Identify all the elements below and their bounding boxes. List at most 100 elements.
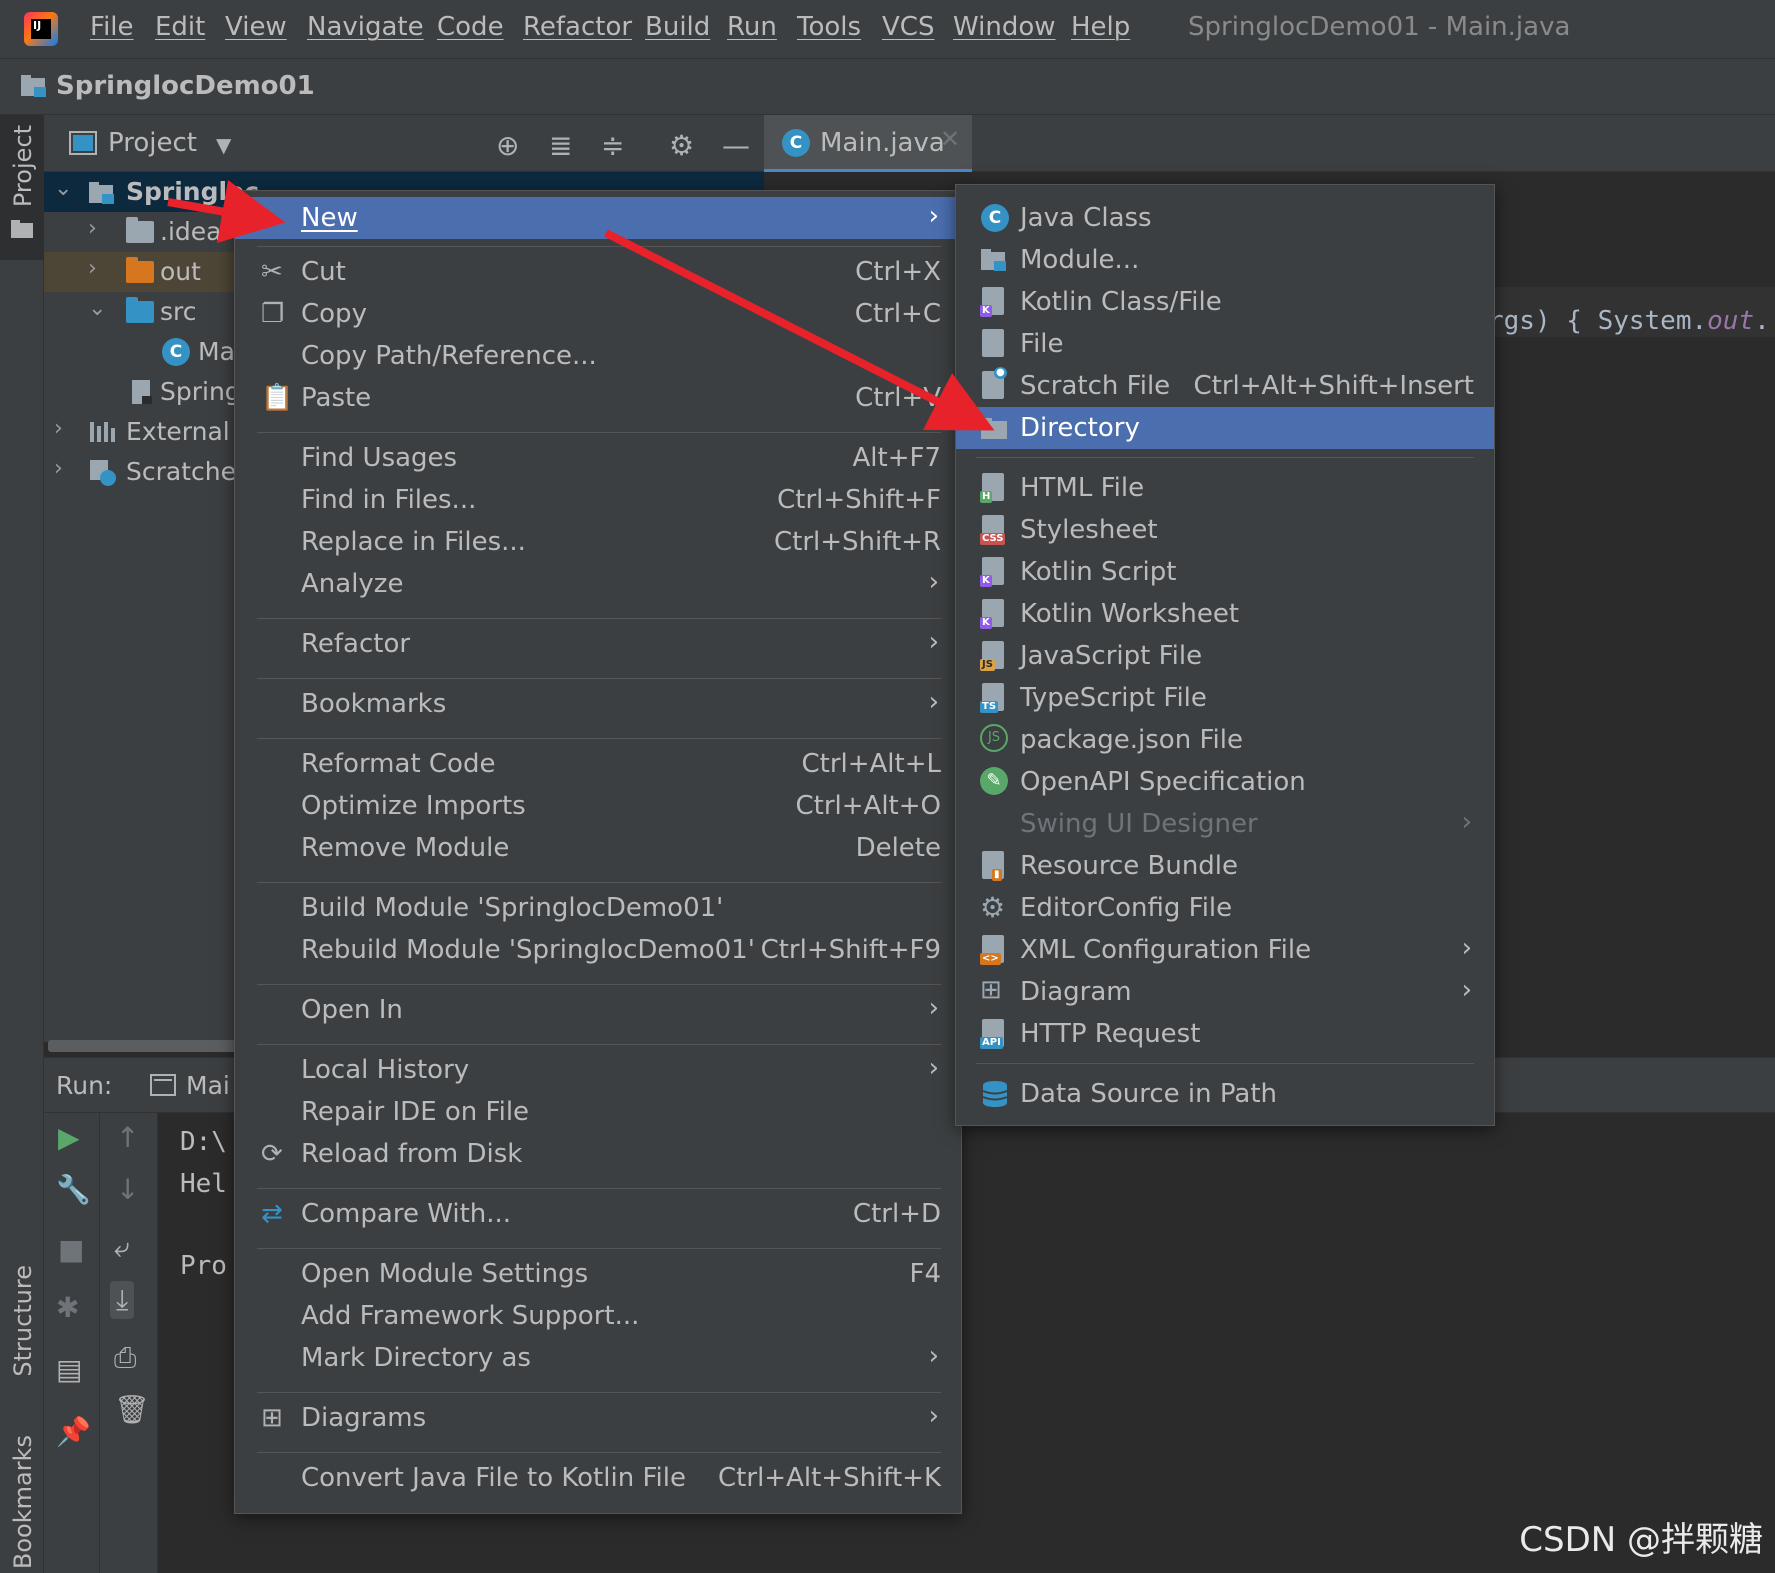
collapse-all-icon[interactable]: ≑ — [601, 129, 624, 162]
new-typescript-file[interactable]: TS TypeScript File — [956, 677, 1494, 719]
ctx-refactor[interactable]: Refactor › — [235, 623, 961, 665]
new-scratch-file[interactable]: ● Scratch File Ctrl+Alt+Shift+Insert — [956, 365, 1494, 407]
layout-icon[interactable]: ▤ — [56, 1353, 82, 1386]
chevron-right-icon[interactable]: › — [88, 256, 97, 281]
horizontal-scrollbar[interactable] — [48, 1040, 238, 1052]
arrow-down-icon[interactable]: ↓ — [116, 1173, 139, 1206]
menu-help[interactable]: Help — [1071, 12, 1130, 42]
new-java-class[interactable]: C Java Class — [956, 197, 1494, 239]
ctx-cut[interactable]: ✂ Cut Ctrl+X — [235, 251, 961, 293]
ctx-reload[interactable]: ⟳ Reload from Disk — [235, 1133, 961, 1175]
new-resource-bundle[interactable]: ▮ Resource Bundle — [956, 845, 1494, 887]
new-kotlin-worksheet[interactable]: K Kotlin Worksheet — [956, 593, 1494, 635]
hide-icon[interactable]: — — [722, 129, 750, 162]
run-icon[interactable]: ▶ — [58, 1121, 80, 1154]
menu-view[interactable]: View — [225, 12, 287, 42]
ctx-copy-path[interactable]: Copy Path/Reference... — [235, 335, 961, 377]
new-directory[interactable]: Directory — [956, 407, 1494, 449]
project-tool-tab[interactable]: Project — [0, 115, 44, 260]
source-folder-icon — [126, 297, 154, 323]
ctx-remove-module[interactable]: Remove Module Delete — [235, 827, 961, 869]
chevron-down-icon[interactable]: ▼ — [216, 133, 231, 157]
chevron-down-icon[interactable]: ⌄ — [88, 296, 106, 321]
gear-icon: ⚙ — [980, 891, 1006, 924]
ctx-module-settings[interactable]: Open Module Settings F4 — [235, 1253, 961, 1295]
ctx-compare-with[interactable]: ⇄ Compare With... Ctrl+D — [235, 1193, 961, 1235]
ctx-rebuild-module[interactable]: Rebuild Module 'SpringlocDemo01' Ctrl+Sh… — [235, 929, 961, 971]
new-file[interactable]: File — [956, 323, 1494, 365]
javascript-file-icon: JS — [980, 641, 1004, 671]
new-html-file[interactable]: H HTML File — [956, 467, 1494, 509]
ctx-mark-directory[interactable]: Mark Directory as › — [235, 1337, 961, 1379]
tab-main-java[interactable]: C Main.java ✕ — [764, 115, 972, 172]
menu-run[interactable]: Run — [727, 12, 777, 42]
new-diagram[interactable]: ⊞ Diagram › — [956, 971, 1494, 1013]
menu-navigate[interactable]: Navigate — [307, 12, 424, 42]
ctx-analyze[interactable]: Analyze › — [235, 563, 961, 605]
new-stylesheet[interactable]: CSS Stylesheet — [956, 509, 1494, 551]
wrench-icon[interactable]: 🔧 — [56, 1173, 91, 1206]
menu-code[interactable]: Code — [437, 12, 504, 42]
new-javascript-file[interactable]: JS JavaScript File — [956, 635, 1494, 677]
project-tab-label: Project — [9, 125, 37, 208]
menu-tools[interactable]: Tools — [797, 12, 861, 42]
project-panel-title[interactable]: Project — [108, 128, 197, 158]
arrow-up-icon[interactable]: ↑ — [116, 1121, 139, 1154]
tree-label-src: src — [160, 297, 197, 326]
ctx-find-in-files[interactable]: Find in Files... Ctrl+Shift+F — [235, 479, 961, 521]
expand-all-icon[interactable]: ≣ — [549, 129, 572, 162]
menu-vcs[interactable]: VCS — [882, 12, 934, 42]
new-editorconfig[interactable]: ⚙ EditorConfig File — [956, 887, 1494, 929]
ctx-build-module[interactable]: Build Module 'SpringlocDemo01' — [235, 887, 961, 929]
ctx-find-usages[interactable]: Find Usages Alt+F7 — [235, 437, 961, 479]
chevron-right-icon[interactable]: › — [54, 416, 63, 441]
pin-icon[interactable]: 📌 — [56, 1415, 91, 1448]
ctx-optimize-imports[interactable]: Optimize Imports Ctrl+Alt+O — [235, 785, 961, 827]
run-tab-main[interactable]: Mai — [186, 1071, 230, 1100]
menu-build[interactable]: Build — [645, 12, 710, 42]
new-package-json[interactable]: JS package.json File — [956, 719, 1494, 761]
new-data-source[interactable]: Data Source in Path — [956, 1073, 1494, 1115]
ctx-copy[interactable]: ❐ Copy Ctrl+C — [235, 293, 961, 335]
ctx-convert-kotlin[interactable]: Convert Java File to Kotlin File Ctrl+Al… — [235, 1457, 961, 1499]
debug-settings-icon[interactable]: ✱ — [56, 1291, 79, 1324]
soft-wrap-icon[interactable]: ⤶ — [114, 1231, 130, 1265]
trash-icon[interactable]: 🗑 — [114, 1393, 150, 1426]
ctx-new[interactable]: New › — [235, 197, 961, 239]
menu-file[interactable]: File — [90, 12, 134, 42]
chevron-down-icon[interactable]: ⌄ — [54, 176, 72, 201]
ctx-paste[interactable]: 📋 Paste Ctrl+V — [235, 377, 961, 419]
ctx-replace-in-files[interactable]: Replace in Files... Ctrl+Shift+R — [235, 521, 961, 563]
ctx-diagrams[interactable]: ⊞ Diagrams › — [235, 1397, 961, 1439]
gear-icon[interactable]: ⚙ — [669, 129, 694, 162]
scratches-icon — [90, 460, 116, 486]
ctx-open-in[interactable]: Open In › — [235, 989, 961, 1031]
new-swing-designer[interactable]: Swing UI Designer › — [956, 803, 1494, 845]
scroll-to-end-icon[interactable]: ⤓ — [110, 1281, 135, 1319]
ctx-add-framework[interactable]: Add Framework Support... — [235, 1295, 961, 1337]
new-openapi[interactable]: ✎ OpenAPI Specification — [956, 761, 1494, 803]
ctx-local-history[interactable]: Local History › — [235, 1049, 961, 1091]
locate-icon[interactable]: ⊕ — [496, 129, 519, 162]
menu-window[interactable]: Window — [953, 12, 1056, 42]
chevron-right-icon[interactable]: › — [88, 216, 97, 241]
menu-edit[interactable]: Edit — [155, 12, 205, 42]
new-kotlin-script[interactable]: K Kotlin Script — [956, 551, 1494, 593]
new-module[interactable]: Module... — [956, 239, 1494, 281]
ctx-bookmarks[interactable]: Bookmarks › — [235, 683, 961, 725]
ctx-reformat[interactable]: Reformat Code Ctrl+Alt+L — [235, 743, 961, 785]
navigation-bar: SpringlocDemo01 — [0, 58, 1775, 115]
menu-refactor[interactable]: Refactor — [523, 12, 632, 42]
ctx-repair-ide[interactable]: Repair IDE on File — [235, 1091, 961, 1133]
stop-icon[interactable]: ■ — [58, 1233, 84, 1266]
new-xml-config[interactable]: <> XML Configuration File › — [956, 929, 1494, 971]
print-icon[interactable]: ⎙ — [114, 1341, 136, 1375]
new-http-request[interactable]: API HTTP Request — [956, 1013, 1494, 1055]
bookmarks-tab-label[interactable]: Bookmarks — [9, 1435, 37, 1569]
close-icon[interactable]: ✕ — [940, 125, 960, 153]
new-kotlin-class[interactable]: K Kotlin Class/File — [956, 281, 1494, 323]
copy-icon: ❐ — [261, 299, 285, 329]
chevron-right-icon[interactable]: › — [54, 456, 63, 481]
breadcrumb-project[interactable]: SpringlocDemo01 — [56, 71, 315, 101]
structure-tab-label[interactable]: Structure — [9, 1265, 37, 1377]
